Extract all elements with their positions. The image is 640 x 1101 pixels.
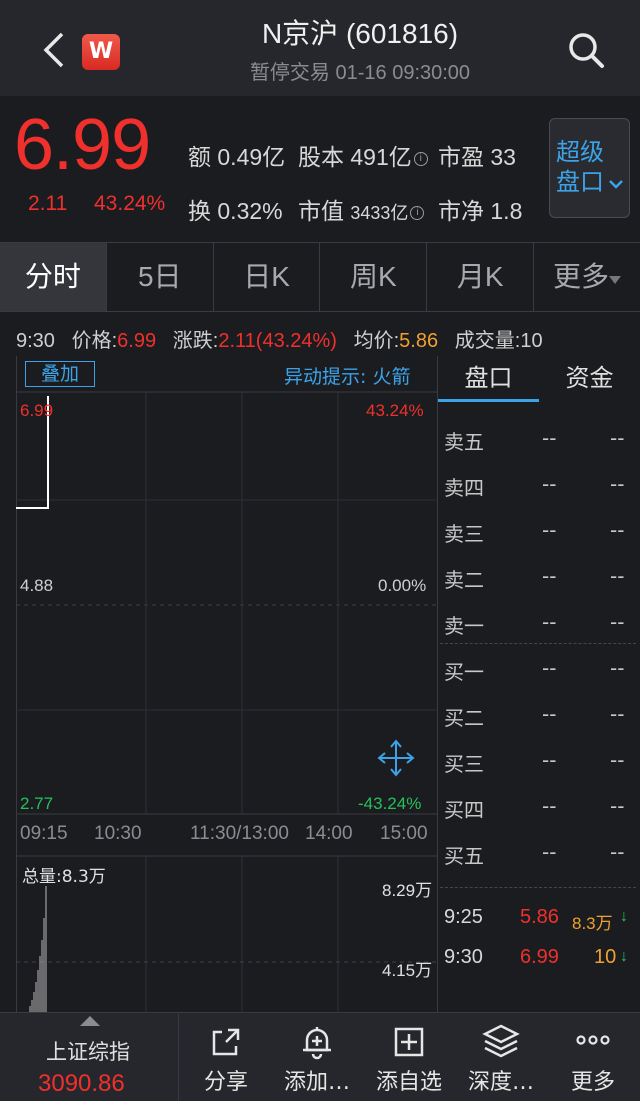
volume-tick-mid: 4.15万 xyxy=(382,961,433,980)
y-tick-low: 2.77 xyxy=(20,794,54,813)
info-icon[interactable]: i xyxy=(413,151,428,166)
pct-tick-high: 43.24% xyxy=(366,401,424,420)
volume-total: 总量:8.3万 xyxy=(22,867,106,887)
x-tick-0915: 09:15 xyxy=(20,823,68,844)
anomaly-alert[interactable]: 异动提示: 火箭 xyxy=(284,362,410,389)
tab-daily-k[interactable]: 日K xyxy=(214,243,321,311)
tab-more[interactable]: 更多 xyxy=(534,243,640,311)
market-cap-stat: 市值 3433亿 i xyxy=(298,192,426,226)
crosshair-quote-line: 9:30 价格:6.99 涨跌:2.11(43.24%) 均价:5.86 成交量… xyxy=(16,330,543,352)
search-icon[interactable] xyxy=(566,30,606,70)
tab-5day[interactable]: 5日 xyxy=(107,243,214,311)
tab-fund-flow[interactable]: 资金 xyxy=(539,356,640,402)
trades-divider xyxy=(440,887,636,888)
trading-status: 暂停交易 01-16 09:30:00 xyxy=(249,62,471,84)
tab-intraday[interactable]: 分时 xyxy=(0,243,107,311)
orderbook-divider xyxy=(440,643,636,644)
add-watchlist-button[interactable]: 添自选 xyxy=(364,1022,454,1096)
pct-tick-low: -43.24% xyxy=(358,794,422,813)
dropdown-triangle-icon xyxy=(609,276,622,284)
info-icon[interactable]: i xyxy=(410,205,425,220)
side-panel-tabs: 盘口 资金 xyxy=(438,356,640,402)
share-icon xyxy=(212,1028,240,1056)
intraday-chart[interactable] xyxy=(16,356,438,1012)
volume-bars xyxy=(29,886,47,1012)
stock-title: N京沪 (601816) xyxy=(261,18,459,49)
depth-button[interactable]: 深度… xyxy=(456,1022,546,1096)
x-tick-1130-1300: 11:30/13:00 xyxy=(190,823,289,844)
share-button[interactable]: 分享 xyxy=(181,1022,271,1096)
x-tick-1400: 14:00 xyxy=(305,823,353,844)
tab-monthly-k[interactable]: 月K xyxy=(427,243,535,311)
y-tick-high: 6.99 xyxy=(20,401,54,420)
amount-stat: 额 0.49亿 xyxy=(188,144,286,170)
index-value: 3090.86 xyxy=(38,1070,125,1097)
pb-stat: 市净 1.8 xyxy=(438,198,523,224)
pe-stat: 市盈 33 xyxy=(438,144,516,170)
shares-stat: 股本 491亿 i xyxy=(298,138,430,172)
turnover-stat: 换 0.32% xyxy=(188,198,283,224)
chevron-down-icon xyxy=(609,180,623,189)
more-dots-icon xyxy=(576,1035,610,1045)
alarm-bell-icon xyxy=(303,1027,331,1060)
move-arrows-icon[interactable] xyxy=(377,739,415,777)
price-change: 2.11 xyxy=(28,192,68,215)
y-tick-mid: 4.88 xyxy=(20,576,54,595)
index-name[interactable]: 上证综指 xyxy=(46,1036,130,1066)
layers-icon xyxy=(482,1024,520,1058)
price-change-pct: 43.24% xyxy=(94,192,166,215)
toolbar-divider xyxy=(178,1014,179,1101)
tab-weekly-k[interactable]: 周K xyxy=(320,243,428,311)
x-tick-1030: 10:30 xyxy=(94,823,142,844)
app-logo[interactable]: W xyxy=(82,34,120,70)
pct-tick-mid: 0.00% xyxy=(378,576,427,595)
overlay-button[interactable]: 叠加 xyxy=(25,361,95,387)
add-watchlist-icon xyxy=(394,1027,424,1057)
expand-up-icon[interactable] xyxy=(80,1016,100,1028)
more-button[interactable]: 更多 xyxy=(548,1022,638,1096)
add-alert-button[interactable]: 添加… xyxy=(272,1022,362,1096)
x-tick-1500: 15:00 xyxy=(380,823,428,844)
back-arrow-icon[interactable] xyxy=(38,30,68,70)
volume-tick-max: 8.29万 xyxy=(382,881,433,900)
current-price: 6.99 xyxy=(14,105,151,185)
period-tabs: 分时 5日 日K 周K 月K 更多 xyxy=(0,242,640,312)
super-orderbook-button[interactable]: 超级 盘口 xyxy=(549,118,630,218)
tab-orderbook[interactable]: 盘口 xyxy=(438,356,539,402)
